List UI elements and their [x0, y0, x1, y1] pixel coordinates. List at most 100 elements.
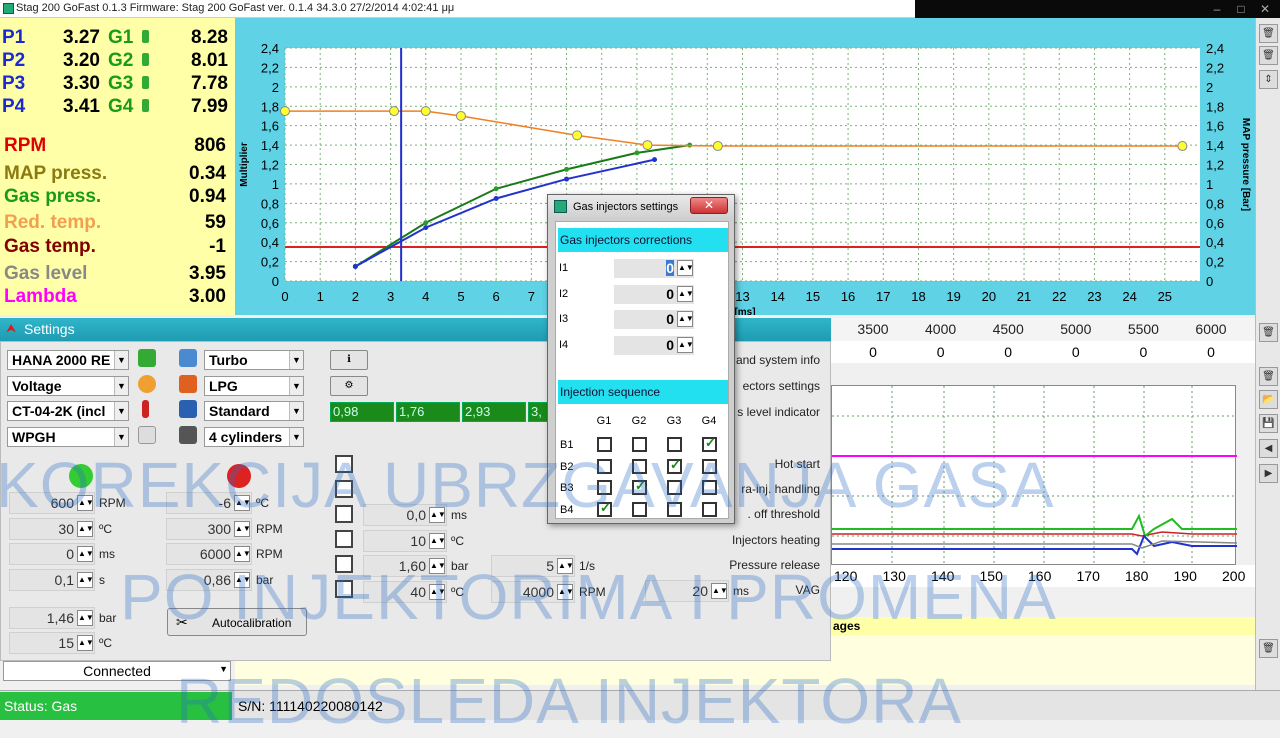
y-tick-label: 1,6	[261, 119, 279, 134]
gas-injector-value: 7.78	[191, 73, 228, 94]
x-tick-label: 13	[735, 289, 749, 304]
y-axis-label: Multiplier	[239, 142, 250, 187]
injector-correction-field[interactable]: 0 ▲▼	[614, 310, 694, 329]
injector-correction-field[interactable]: 0 ▲▼	[614, 284, 694, 304]
dropdown-value: Voltage	[12, 377, 62, 394]
collapse-icon[interactable]: ⮝	[6, 321, 16, 336]
spin-arrows-icon[interactable]: ▲▼	[77, 571, 94, 588]
chevron-down-icon: ▼	[289, 376, 303, 395]
settings-spinner[interactable]: 0 ▲▼	[9, 543, 95, 565]
readout-label: Red. temp.	[4, 212, 102, 233]
settings-dropdown[interactable]: LPG ▼	[204, 375, 304, 396]
dialog-title: Gas injectors settings	[573, 201, 679, 213]
thermometer-icon	[142, 400, 149, 418]
delete-icon[interactable]: 🗑	[1259, 46, 1278, 65]
y-tick-label: 0,2	[261, 255, 279, 270]
rpm-column-header: 4500	[992, 321, 1024, 337]
rpm-table-row[interactable]: 000000	[831, 341, 1255, 363]
readout-row: Gas press. 0.94	[4, 186, 230, 208]
rpm-cell[interactable]: 0	[1183, 344, 1239, 360]
delete-icon[interactable]: 🗑	[1259, 24, 1278, 43]
temperature-spinner[interactable]: 15 ▲▼	[9, 632, 95, 654]
save-icon[interactable]: 💾	[1259, 414, 1278, 433]
injector-correction-field[interactable]: 0 ▲▼	[614, 335, 694, 355]
multiplier-point[interactable]	[572, 130, 583, 141]
spin-arrows-icon[interactable]: ▲▼	[677, 311, 694, 327]
readout-row: RPM 806	[4, 135, 230, 157]
multiplier-point[interactable]	[389, 106, 400, 117]
y2-tick-label: 1,4	[1206, 138, 1224, 153]
settings-dropdown[interactable]: Voltage ▼	[7, 375, 129, 396]
spin-arrows-icon[interactable]: ▲▼	[677, 260, 694, 276]
spin-arrows-icon[interactable]: ▲▼	[77, 520, 94, 537]
gas-injector-value: 7.99	[191, 96, 228, 117]
gas-injector-label: G2	[108, 50, 134, 71]
rpm-cell[interactable]: 0	[913, 344, 969, 360]
log-axis-tick: 200	[1222, 568, 1246, 584]
gas-injector-label: G4	[108, 96, 134, 117]
info-button[interactable]: ℹ	[330, 350, 368, 370]
settings-dropdown[interactable]: WPGH ▼	[7, 426, 129, 447]
arrow-left-icon[interactable]: ◀	[1259, 439, 1278, 458]
settings-dropdown[interactable]: Turbo ▼	[204, 350, 304, 370]
injector-correction-field[interactable]: 0 ▲▼	[614, 259, 694, 278]
rpm-cell[interactable]: 0	[1115, 344, 1171, 360]
rpm-cell[interactable]: 0	[845, 344, 901, 360]
y-tick-label: 1	[272, 177, 279, 192]
settings-spinner[interactable]: 0,1 ▲▼	[9, 568, 95, 591]
minimize-icon[interactable]: –	[1206, 0, 1228, 18]
split-icon[interactable]: ⇕	[1259, 70, 1278, 89]
readout-row: MAP press. 0.34	[4, 163, 230, 185]
petrol-sample-point	[564, 176, 570, 182]
pressure-value: 3.20	[63, 50, 100, 71]
spin-arrows-icon[interactable]: ▲▼	[234, 520, 251, 537]
x-tick-label: 22	[1052, 289, 1066, 304]
pressure-label: P2	[2, 50, 26, 71]
delete-icon[interactable]: 🗑	[1259, 323, 1278, 342]
settings-dropdown[interactable]: CT-04-2K (incl ▼	[7, 401, 129, 421]
spin-arrows-icon[interactable]: ▲▼	[77, 635, 94, 651]
spin-value: 30	[58, 520, 74, 537]
gauge-value: 1,76	[396, 402, 460, 422]
rpm-cell[interactable]: 0	[980, 344, 1036, 360]
multiplier-chart[interactable]: 0123456789101112131415161718192021222324…	[235, 18, 1255, 318]
setting-checkbox[interactable]	[335, 530, 353, 548]
settings-dropdown[interactable]: 4 cylinders ▼	[204, 426, 304, 447]
delete-icon[interactable]: 🗑	[1259, 367, 1278, 386]
injector-settings-button[interactable]: ⚙	[330, 376, 368, 396]
spin-value: 0,1	[54, 571, 74, 588]
maximize-icon[interactable]: □	[1230, 0, 1252, 18]
multiplier-point[interactable]	[1177, 141, 1188, 152]
chevron-down-icon: ▼	[289, 427, 303, 446]
open-folder-icon[interactable]: 📂	[1259, 390, 1278, 409]
rpm-cell[interactable]: 0	[1048, 344, 1104, 360]
y-tick-label: 0,6	[261, 216, 279, 231]
dialog-close-button[interactable]: ✕	[690, 197, 728, 214]
settings-dropdown[interactable]: Standard ▼	[204, 401, 304, 421]
close-icon[interactable]: ✕	[1254, 0, 1276, 18]
multiplier-point[interactable]	[455, 110, 466, 121]
settings-dropdown[interactable]: HANA 2000 RE ▼	[7, 350, 129, 370]
y-tick-label: 1,2	[261, 158, 279, 173]
multiplier-point[interactable]	[280, 106, 290, 117]
multiplier-chart-panel[interactable]: 0123456789101112131415161718192021222324…	[235, 18, 1255, 318]
multiplier-point[interactable]	[642, 140, 653, 151]
settings-title: Settings	[24, 321, 75, 337]
watermark-line-3: REDOSLEDA INJEKTORA	[176, 665, 963, 737]
petrol-sample-point	[352, 263, 358, 269]
spin-arrows-icon[interactable]: ▲▼	[429, 532, 446, 549]
window-title: Stag 200 GoFast 0.1.3 Firmware: Stag 200…	[16, 2, 455, 14]
multiplier-point[interactable]	[712, 141, 723, 152]
spin-arrows-icon[interactable]: ▲▼	[77, 610, 94, 626]
watermark-line-1: KOREKCIJA UBRZGAVANJA GASA	[0, 449, 1055, 521]
spin-arrows-icon[interactable]: ▲▼	[677, 285, 694, 302]
window-titlebar: Stag 200 GoFast 0.1.3 Firmware: Stag 200…	[0, 0, 915, 18]
multiplier-point[interactable]	[420, 106, 431, 117]
x-tick-label: 15	[806, 289, 820, 304]
delete-icon[interactable]: 🗑	[1259, 639, 1278, 658]
settings-field[interactable]: 10 ▲▼	[363, 529, 447, 552]
arrow-right-icon[interactable]: ▶	[1259, 464, 1278, 483]
spin-arrows-icon[interactable]: ▲▼	[677, 336, 694, 353]
spin-arrows-icon[interactable]: ▲▼	[77, 546, 94, 562]
pressure-spinner[interactable]: 1,46 ▲▼	[9, 607, 95, 629]
